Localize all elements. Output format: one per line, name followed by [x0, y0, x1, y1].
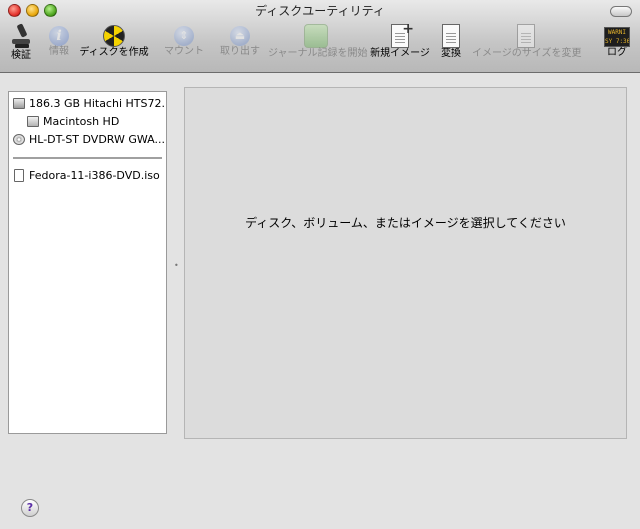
convert-button[interactable]: 変換 — [437, 22, 465, 60]
convert-icon — [442, 24, 460, 48]
sidebar-item-fedora-iso[interactable]: Fedora-11-i386-DVD.iso — [13, 168, 165, 184]
new-image-label: 新規イメージ — [370, 48, 430, 59]
eject-icon: ⏏ — [230, 26, 250, 46]
title-bar: ディスクユーティリティ 検証 i 情報 ディスクを作成 ⇕ マウント ⏏ 取り出… — [0, 0, 640, 73]
sidebar-item-hitachi-disk[interactable]: 186.3 GB Hitachi HTS72... — [13, 96, 165, 112]
resize-image-label: イメージのサイズを変更 — [472, 48, 582, 59]
log-icon: WARNI SY 7:36 — [604, 27, 630, 47]
sidebar-item-macintosh-hd[interactable]: Macintosh HD — [27, 114, 165, 130]
eject-label: 取り出す — [220, 46, 260, 57]
burn-button[interactable]: ディスクを作成 — [78, 22, 150, 59]
sidebar-item-dvd-drive[interactable]: HL-DT-ST DVDRW GWA... — [13, 132, 165, 148]
hard-disk-icon — [13, 98, 25, 109]
burn-label: ディスクを作成 — [79, 47, 149, 58]
window-title: ディスクユーティリティ — [255, 4, 385, 18]
info-label: 情報 — [49, 46, 69, 57]
journal-icon — [304, 24, 328, 48]
log-label: ログ — [607, 47, 627, 58]
mount-button[interactable]: ⇕ マウント — [160, 22, 208, 58]
convert-label: 変換 — [441, 48, 461, 59]
device-sidebar[interactable]: 186.3 GB Hitachi HTS72... Macintosh HD H… — [8, 91, 167, 434]
dvd-drive-icon — [13, 134, 25, 145]
sidebar-item-label: HL-DT-ST DVDRW GWA... — [29, 133, 165, 146]
info-icon: i — [49, 26, 69, 46]
mount-icon: ⇕ — [174, 26, 194, 46]
resize-image-button[interactable]: イメージのサイズを変更 — [472, 22, 582, 60]
log-button[interactable]: WARNI SY 7:36 ログ — [602, 22, 632, 59]
selection-prompt: ディスク、ボリューム、またはイメージを選択してください — [245, 216, 566, 230]
eject-button[interactable]: ⏏ 取り出す — [218, 22, 262, 58]
journal-label: ジャーナル記録を開始 — [268, 48, 368, 59]
microscope-icon — [7, 22, 35, 50]
sidebar-item-label: Fedora-11-i386-DVD.iso — [29, 169, 160, 182]
disk-image-icon — [14, 169, 24, 182]
sidebar-divider — [13, 157, 162, 159]
mount-label: マウント — [164, 46, 204, 57]
help-button[interactable]: ? — [21, 499, 39, 517]
new-image-icon: + — [391, 21, 414, 48]
enable-journaling-button[interactable]: ジャーナル記録を開始 — [268, 22, 368, 60]
info-button[interactable]: i 情報 — [44, 22, 74, 58]
detail-pane: ディスク、ボリューム、またはイメージを選択してください — [184, 87, 627, 439]
sidebar-item-label: 186.3 GB Hitachi HTS72... — [29, 97, 165, 110]
sidebar-item-label: Macintosh HD — [43, 115, 120, 128]
volume-icon — [27, 116, 39, 127]
burn-icon — [103, 25, 125, 47]
verify-label: 検証 — [11, 50, 31, 61]
split-handle-icon[interactable]: • — [174, 261, 179, 270]
resize-image-icon — [517, 24, 535, 48]
new-image-button[interactable]: + 新規イメージ — [370, 21, 430, 60]
toolbar-toggle-button[interactable] — [610, 6, 632, 17]
disk-utility-window: ディスクユーティリティ 検証 i 情報 ディスクを作成 ⇕ マウント ⏏ 取り出… — [0, 0, 640, 529]
verify-button[interactable]: 検証 — [6, 22, 36, 62]
